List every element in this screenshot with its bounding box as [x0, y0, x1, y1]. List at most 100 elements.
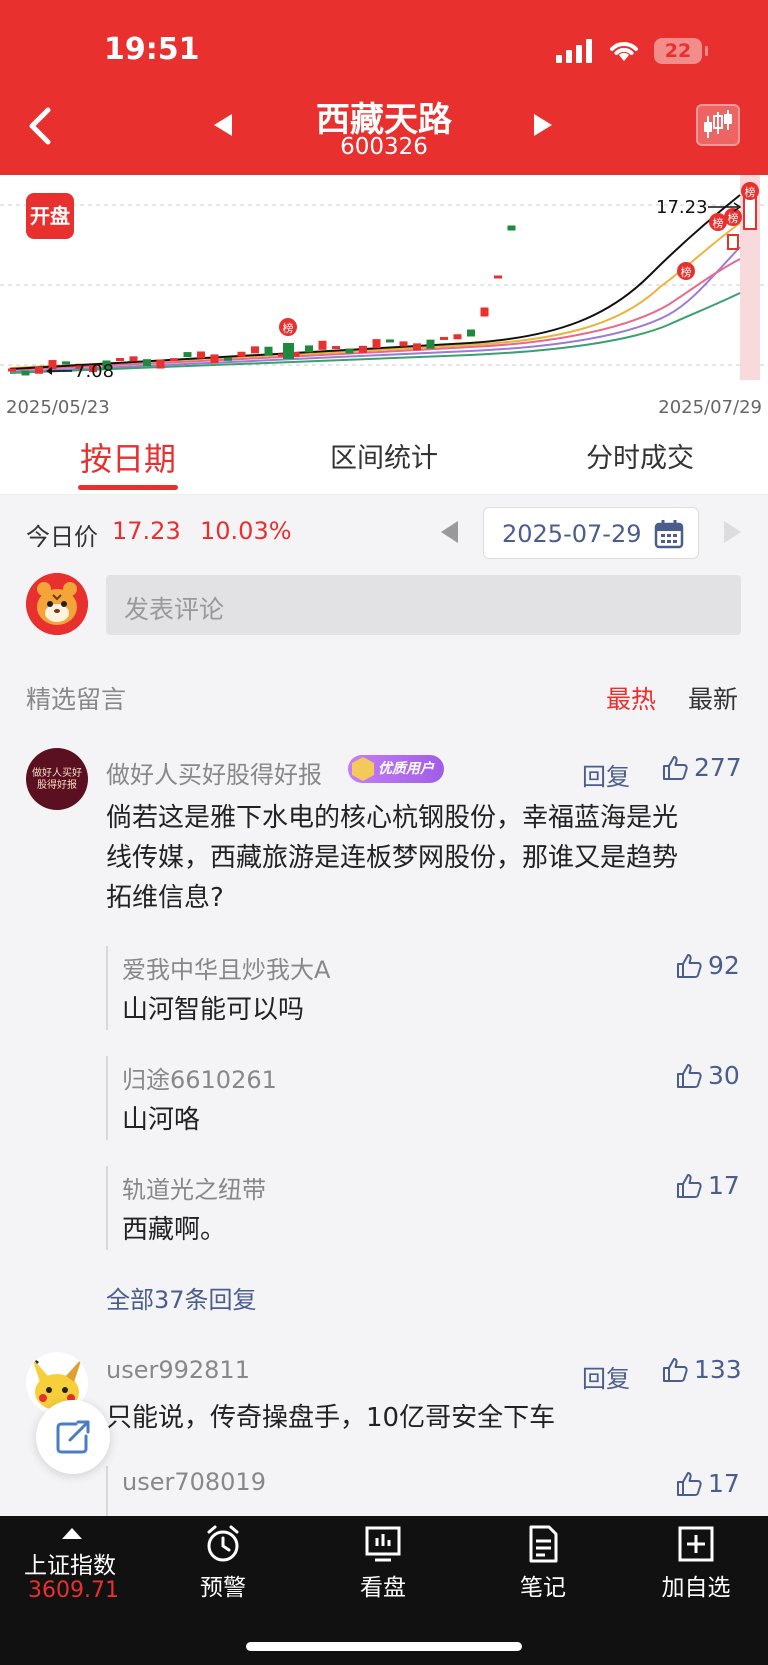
candle	[129, 356, 138, 362]
like-button[interactable]: 277	[662, 753, 742, 782]
thumbs-up-icon	[677, 1063, 702, 1088]
candle	[386, 339, 394, 343]
candle	[453, 334, 462, 340]
nav-add-watchlist[interactable]: 加自选	[646, 1524, 746, 1602]
reply-button[interactable]: 回复	[582, 757, 630, 792]
candle	[21, 370, 30, 376]
candle	[467, 329, 475, 337]
date-next-icon[interactable]	[722, 519, 744, 545]
sort-new-tab[interactable]: 最新	[688, 680, 738, 716]
svg-text:榜: 榜	[728, 211, 739, 225]
like-button[interactable]: 92	[676, 951, 740, 980]
calendar-icon	[654, 520, 684, 549]
svg-text:榜: 榜	[681, 265, 692, 279]
rank-marker: 榜	[677, 262, 695, 280]
thumbs-up-icon	[663, 755, 688, 780]
thumbs-up-icon	[677, 1471, 702, 1496]
alarm-clock-icon	[207, 1525, 239, 1562]
view-all-replies-link[interactable]: 全部37条回复	[106, 1280, 257, 1315]
bottom-nav: 上证指数 3609.71 预警 看盘 笔记 加自选	[0, 1516, 768, 1665]
reply-username[interactable]: user708019	[122, 1468, 266, 1496]
thumbs-up-icon	[663, 1357, 688, 1382]
candle	[372, 339, 381, 349]
rank-marker: 榜	[279, 318, 297, 336]
status-icons: 22	[556, 38, 708, 64]
date-prev-icon[interactable]	[438, 519, 460, 545]
like-count: 30	[708, 1061, 740, 1090]
candle	[399, 341, 408, 347]
comment-text-line: 倘若这是雅下水电的核心杭钢股份，幸福蓝海是光	[106, 803, 679, 833]
price-chart[interactable]: 榜 榜 榜 榜 榜 17.23 7.08 开盘 2025/05/23 2025/…	[0, 175, 768, 423]
like-button[interactable]: 17	[676, 1469, 740, 1498]
candle	[480, 307, 489, 317]
stock-code: 600326	[340, 134, 428, 160]
tab-range-stats[interactable]: 区间统计	[256, 423, 512, 494]
candle	[345, 348, 354, 354]
candle	[237, 351, 246, 357]
low-price-label: 7.08	[74, 361, 114, 382]
comment-text-line: 线传媒，西藏旅游是连板梦网股份，那谁又是趋势	[106, 843, 679, 873]
status-time: 19:51	[104, 32, 200, 67]
tab-by-date[interactable]: 按日期	[0, 423, 256, 494]
reply-username[interactable]: 归途6610261	[122, 1060, 277, 1095]
header-bar: 19:51 22 西藏天路 600326	[0, 0, 768, 175]
share-button[interactable]	[36, 1400, 110, 1474]
next-stock-icon[interactable]	[532, 112, 556, 138]
reply-text: 西藏啊。	[122, 1215, 227, 1245]
chart-end-date: 2025/07/29	[658, 397, 762, 418]
reply-button[interactable]: 回复	[582, 1359, 630, 1394]
plus-box-icon	[678, 1526, 714, 1562]
avatar-text: 做好人买好股得好报	[32, 768, 82, 791]
expand-up-icon[interactable]	[60, 1526, 84, 1540]
tab-intraday-trades[interactable]: 分时成交	[512, 423, 768, 494]
index-value: 3609.71	[28, 1578, 119, 1603]
my-avatar[interactable]	[26, 573, 88, 635]
sort-hot-tab[interactable]: 最热	[606, 680, 656, 716]
today-change: 10.03%	[200, 517, 292, 545]
candle	[251, 346, 259, 354]
like-button[interactable]: 17	[676, 1171, 740, 1200]
rank-marker: 榜	[724, 208, 742, 226]
comment-username[interactable]: 做好人买好股得好报	[106, 755, 322, 790]
back-icon[interactable]	[24, 106, 56, 146]
comment-text: 只能说，传奇操盘手，10亿哥安全下车	[106, 1403, 556, 1433]
date-picker[interactable]: 2025-07-29	[483, 507, 699, 559]
nav-notes[interactable]: 笔记	[493, 1524, 593, 1602]
open-badge: 开盘	[26, 193, 74, 239]
nav-market[interactable]: 看盘	[333, 1524, 433, 1602]
candle	[332, 346, 340, 350]
candle	[170, 358, 178, 362]
candle	[440, 336, 448, 340]
kline-toggle-button[interactable]	[696, 104, 740, 146]
comment-placeholder: 发表评论	[124, 595, 225, 624]
reply-username[interactable]: 轨道光之纽带	[122, 1170, 266, 1205]
comment-input[interactable]: 发表评论	[106, 575, 741, 635]
comment-text-line: 拓维信息?	[106, 883, 224, 913]
commenter-avatar[interactable]: 做好人买好股得好报	[26, 748, 88, 810]
nav-add-watchlist-label: 加自选	[661, 1575, 731, 1601]
prev-stock-icon[interactable]	[210, 112, 234, 138]
wifi-icon	[610, 42, 638, 61]
nav-notes-label: 笔记	[520, 1575, 566, 1601]
candle	[507, 225, 516, 231]
like-count: 17	[708, 1171, 740, 1200]
comment-username[interactable]: user992811	[106, 1356, 250, 1384]
candle	[283, 343, 294, 359]
reply-username[interactable]: 爱我中华且炒我大A	[122, 950, 330, 985]
candlestick-icon	[704, 110, 732, 138]
like-button[interactable]: 30	[676, 1061, 740, 1090]
candle	[727, 234, 739, 250]
thumbs-up-icon	[677, 953, 702, 978]
like-button[interactable]: 133	[662, 1355, 742, 1384]
index-name[interactable]: 上证指数	[24, 1546, 116, 1580]
view-tabs: 按日期 区间统计 分时成交	[0, 423, 768, 495]
svg-text:榜: 榜	[713, 216, 724, 230]
candle	[426, 339, 435, 349]
price-row: 今日价 17.23 10.03% 2025-07-29	[0, 495, 768, 569]
reply-text: 山河咯	[122, 1105, 201, 1135]
nav-alert[interactable]: 预警	[173, 1524, 273, 1602]
signal-icon	[556, 39, 592, 63]
document-icon	[529, 1525, 558, 1563]
share-icon	[56, 1420, 90, 1454]
tiger-avatar-icon	[26, 573, 88, 635]
